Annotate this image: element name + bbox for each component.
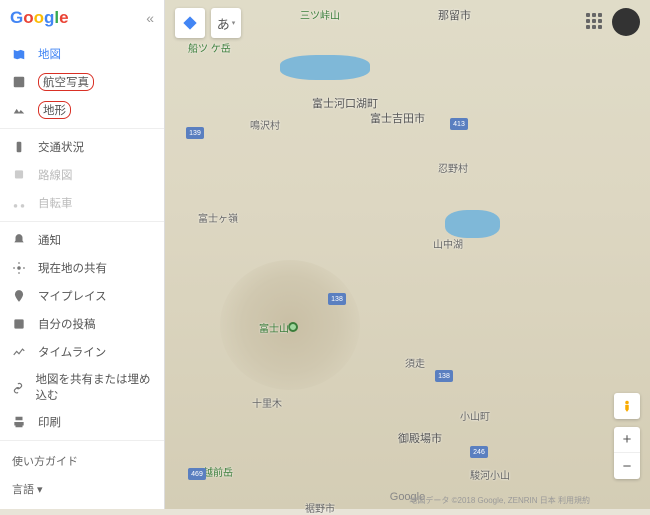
my-places-item[interactable]: マイプレイス bbox=[0, 282, 164, 310]
link-icon bbox=[10, 378, 25, 396]
terrain-icon bbox=[10, 101, 28, 119]
pin-icon bbox=[10, 287, 28, 305]
map-label: 忍野村 bbox=[438, 160, 468, 175]
map-label: 須走 bbox=[405, 355, 425, 370]
timeline-icon bbox=[10, 343, 28, 361]
footer-link[interactable]: 便利な使い方 bbox=[0, 503, 164, 509]
route-badge: 246 bbox=[470, 446, 488, 458]
lake bbox=[280, 55, 370, 80]
traffic-item[interactable]: 交通状況 bbox=[0, 133, 164, 161]
peak-marker[interactable] bbox=[288, 322, 298, 332]
traffic-icon bbox=[10, 138, 28, 156]
route-badge: 469 bbox=[188, 468, 206, 480]
menu-label: 交通状況 bbox=[38, 139, 84, 155]
map-label: 富士ヶ嶺 bbox=[198, 210, 238, 225]
satellite-icon bbox=[10, 73, 28, 91]
map-label: 富士吉田市 bbox=[370, 110, 425, 126]
layer-label: 地図 bbox=[38, 46, 61, 62]
zoom-out-button[interactable]: − bbox=[614, 453, 640, 479]
map-label: 三ツ峠山 bbox=[300, 7, 340, 22]
layer-group: 地図 航空写真 地形 bbox=[0, 36, 164, 129]
bike-item[interactable]: 自転車 bbox=[0, 189, 164, 217]
map-label: 十里木 bbox=[252, 395, 282, 410]
share-embed-item[interactable]: 地図を共有または埋め込む bbox=[0, 366, 164, 408]
menu-label: マイプレイス bbox=[38, 288, 107, 304]
apps-icon[interactable] bbox=[586, 13, 604, 31]
map-label: 山中湖 bbox=[433, 236, 463, 251]
map-label: 御殿場市 bbox=[398, 430, 442, 446]
transit-item[interactable]: 路線図 bbox=[0, 161, 164, 189]
top-controls: あ bbox=[175, 8, 241, 38]
map-label: 越前岳 bbox=[203, 464, 233, 479]
post-icon bbox=[10, 315, 28, 333]
collapse-sidebar-icon[interactable]: « bbox=[146, 10, 154, 26]
map-attribution: 地図データ ©2018 Google, ZENRIN 日本 利用規約 bbox=[409, 495, 590, 506]
map-area[interactable]: 三ツ峠山 那留市船ツ ケ岳富士河口湖町富士吉田市 鳴沢村忍野村富士ヶ嶺山中湖十里木 須… bbox=[165, 0, 650, 509]
transport-group: 交通状況 路線図 自転車 bbox=[0, 129, 164, 222]
route-badge: 138 bbox=[328, 293, 346, 305]
menu-label: 自分の投稿 bbox=[38, 316, 96, 332]
logo-row: Google « bbox=[0, 0, 164, 36]
my-posts-item[interactable]: 自分の投稿 bbox=[0, 310, 164, 338]
map-icon bbox=[10, 45, 28, 63]
route-badge: 138 bbox=[435, 370, 453, 382]
map-label: 富士山 bbox=[259, 320, 289, 335]
menu-label: 地図を共有または埋め込む bbox=[35, 371, 154, 403]
map-label: 那留市 bbox=[438, 7, 471, 23]
top-right-controls bbox=[586, 8, 640, 36]
footer-links: 使い方ガイド 言語 ▾ 便利な使い方 ヘルプ 消費者情報 地図に載っていない場所… bbox=[0, 441, 164, 509]
layer-satellite[interactable]: 航空写真 bbox=[0, 68, 164, 96]
layer-label: 航空写真 bbox=[43, 77, 89, 89]
map-label: 船ツ ケ岳 bbox=[188, 40, 231, 55]
timeline-item[interactable]: タイムライン bbox=[0, 338, 164, 366]
highlight-box: 地形 bbox=[38, 101, 71, 119]
highlight-box: 航空写真 bbox=[38, 73, 94, 91]
menu-label: タイムライン bbox=[38, 344, 106, 360]
menu-label: 通知 bbox=[38, 232, 61, 248]
language-input-button[interactable]: あ bbox=[211, 8, 241, 38]
share-location-icon bbox=[10, 259, 28, 277]
layer-map[interactable]: 地図 bbox=[0, 40, 164, 68]
print-item[interactable]: 印刷 bbox=[0, 408, 164, 436]
footer-link[interactable]: 言語 ▾ bbox=[0, 475, 164, 503]
menu-label: 現在地の共有 bbox=[38, 260, 107, 276]
share-location-item[interactable]: 現在地の共有 bbox=[0, 254, 164, 282]
map-canvas[interactable]: 三ツ峠山 那留市船ツ ケ岳富士河口湖町富士吉田市 鳴沢村忍野村富士ヶ嶺山中湖十里木 須… bbox=[165, 0, 650, 509]
avatar[interactable] bbox=[612, 8, 640, 36]
layer-label: 地形 bbox=[43, 105, 66, 117]
bell-icon bbox=[10, 231, 28, 249]
notifications-item[interactable]: 通知 bbox=[0, 226, 164, 254]
print-icon bbox=[10, 413, 28, 431]
map-label: 裾野市 bbox=[305, 500, 335, 515]
bike-icon bbox=[10, 194, 28, 212]
route-badge: 139 bbox=[186, 127, 204, 139]
google-logo: Google bbox=[10, 8, 69, 28]
map-label: 小山町 bbox=[460, 408, 490, 423]
transit-icon bbox=[10, 166, 28, 184]
zoom-in-button[interactable]: + bbox=[614, 427, 640, 453]
menu-label: 印刷 bbox=[38, 414, 61, 430]
menu-label: 路線図 bbox=[38, 167, 73, 183]
footer-link[interactable]: 使い方ガイド bbox=[0, 447, 164, 475]
directions-button[interactable] bbox=[175, 8, 205, 38]
lake-yamanaka bbox=[445, 210, 500, 238]
menu-label: 自転車 bbox=[38, 195, 73, 211]
route-badge: 413 bbox=[450, 118, 468, 130]
map-label: 駿河小山 bbox=[470, 467, 510, 482]
zoom-control: + − bbox=[614, 427, 640, 479]
map-label: 鳴沢村 bbox=[250, 117, 280, 132]
layer-terrain[interactable]: 地形 bbox=[0, 96, 164, 124]
tools-group: 通知 現在地の共有 マイプレイス 自分の投稿 タイムライン 地図を共有または埋め… bbox=[0, 222, 164, 441]
sidebar: Google « 地図 航空写真 地形 交通状況 路線図 自転車 bbox=[0, 0, 165, 509]
pegman-button[interactable] bbox=[614, 393, 640, 419]
map-label: 富士河口湖町 bbox=[312, 95, 378, 111]
